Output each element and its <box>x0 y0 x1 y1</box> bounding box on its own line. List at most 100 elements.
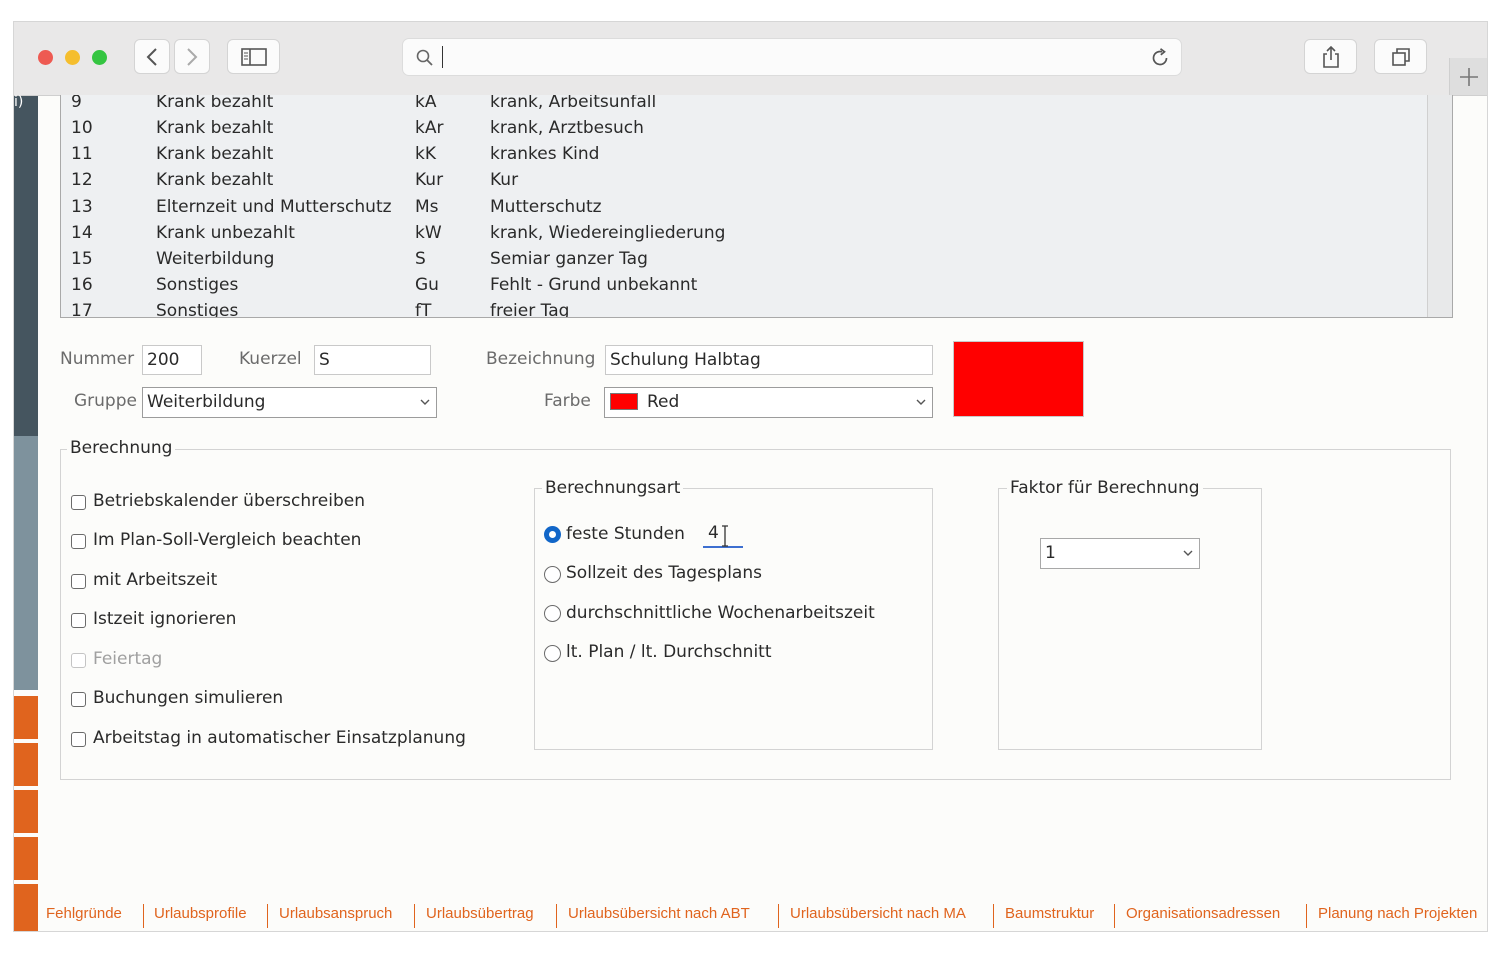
nav-link-organisationsadressen[interactable]: Organisationsadressen <box>1126 905 1280 922</box>
table-scrollbar[interactable] <box>1427 95 1452 317</box>
nummer-field[interactable]: 200 <box>142 345 202 375</box>
back-button[interactable] <box>134 39 170 74</box>
tabs-icon <box>1391 47 1410 66</box>
table-row[interactable]: 17 Sonstiges fT freier Tag <box>61 298 1427 318</box>
gruppe-label: Gruppe <box>74 391 137 411</box>
table-row[interactable]: 10 Krank bezahlt kAr krank, Arztbesuch <box>61 115 1427 141</box>
radio-plan-durchschnitt[interactable] <box>544 645 561 662</box>
cell-gruppe: Krank unbezahlt <box>156 223 295 243</box>
reload-icon[interactable] <box>1149 47 1171 69</box>
minimize-window-button[interactable] <box>65 50 80 65</box>
checkbox-label: mit Arbeitszeit <box>93 570 218 590</box>
forward-button[interactable] <box>174 39 210 74</box>
nav-link-urlaubsprofile[interactable]: Urlaubsprofile <box>154 905 247 922</box>
radio-wochenarbeitszeit[interactable] <box>544 605 561 622</box>
cell-kuerzel: Gu <box>415 275 439 295</box>
cell-nr: 15 <box>71 249 93 269</box>
address-bar[interactable] <box>402 38 1182 76</box>
farbe-swatch <box>610 393 638 410</box>
text-caret <box>442 46 443 68</box>
radio-label: lt. Plan / lt. Durchschnitt <box>566 642 772 662</box>
faktor-title: Faktor für Berechnung <box>1007 478 1203 498</box>
cell-gruppe: Sonstiges <box>156 301 239 318</box>
search-icon <box>416 49 433 66</box>
cell-bezeichnung: krank, Arbeitsunfall <box>490 95 657 112</box>
checkbox-plan-soll[interactable] <box>71 534 86 549</box>
cell-kuerzel: kW <box>415 223 442 243</box>
checkbox-istzeit[interactable] <box>71 613 86 628</box>
zoom-window-button[interactable] <box>92 50 107 65</box>
cell-bezeichnung: Fehlt - Grund unbekannt <box>490 275 698 295</box>
cell-gruppe: Elternzeit und Mutterschutz <box>156 197 392 217</box>
berechnungsart-title: Berechnungsart <box>542 478 684 498</box>
nav-link-uebersicht-abt[interactable]: Urlaubsübersicht nach ABT <box>568 905 750 922</box>
cell-kuerzel: kK <box>415 144 436 164</box>
gruppe-select-value: Weiterbildung <box>147 392 266 412</box>
farbe-select[interactable]: Red <box>604 387 933 418</box>
radio-label: durchschnittliche Wochenarbeitszeit <box>566 603 875 623</box>
browser-window: i) 9 Krank bezahlt kA krank, Arbeitsunfa… <box>14 22 1487 931</box>
faktor-select-value: 1 <box>1045 543 1056 563</box>
kuerzel-label: Kuerzel <box>239 349 302 369</box>
table-row[interactable]: 15 Weiterbildung S Semiar ganzer Tag <box>61 246 1427 272</box>
stunden-input[interactable]: 4 <box>703 521 743 548</box>
kuerzel-field[interactable]: S <box>314 345 431 375</box>
table-row[interactable]: 16 Sonstiges Gu Fehlt - Grund unbekannt <box>61 272 1427 298</box>
nav-separator <box>993 904 994 928</box>
table-row[interactable]: 11 Krank bezahlt kK krankes Kind <box>61 141 1427 167</box>
left-strip-tab-2[interactable] <box>14 743 38 786</box>
cell-kuerzel: fT <box>415 301 432 318</box>
new-tab-button[interactable] <box>1449 58 1487 95</box>
nummer-label: Nummer <box>60 349 135 369</box>
plus-icon <box>1460 67 1478 86</box>
radio-sollzeit[interactable] <box>544 566 561 583</box>
nav-separator <box>143 904 144 928</box>
radio-feste-stunden[interactable] <box>544 526 561 543</box>
nav-link-fehlgruende[interactable]: Fehlgründe <box>46 905 122 922</box>
checkbox-buchungen[interactable] <box>71 692 86 707</box>
left-strip-label: i) <box>14 94 24 110</box>
cell-gruppe: Krank bezahlt <box>156 144 274 164</box>
chevron-down-icon <box>420 399 430 405</box>
checkbox-label: Feiertag <box>93 649 163 669</box>
checkbox-einsatzplanung[interactable] <box>71 732 86 747</box>
share-icon <box>1322 45 1339 68</box>
faktor-select[interactable]: 1 <box>1040 538 1200 569</box>
nav-separator <box>1114 904 1115 928</box>
bezeichnung-field[interactable]: Schulung Halbtag <box>605 345 933 375</box>
nav-separator <box>1306 904 1307 928</box>
nav-link-urlaubsuebertrag[interactable]: Urlaubsübertrag <box>426 905 534 922</box>
checkbox-label: Istzeit ignorieren <box>93 609 237 629</box>
cell-kuerzel: kAr <box>415 118 444 138</box>
table-row[interactable]: 9 Krank bezahlt kA krank, Arbeitsunfall <box>61 95 1427 115</box>
nav-link-urlaubsanspruch[interactable]: Urlaubsanspruch <box>279 905 392 922</box>
share-button[interactable] <box>1304 39 1357 74</box>
nav-separator <box>778 904 779 928</box>
left-strip-tab-3[interactable] <box>14 790 38 833</box>
sidebar-button[interactable] <box>227 39 280 74</box>
text-cursor-icon <box>722 525 728 547</box>
cell-nr: 12 <box>71 170 93 190</box>
nav-link-uebersicht-ma[interactable]: Urlaubsübersicht nach MA <box>790 905 966 922</box>
table-row[interactable]: 13 Elternzeit und Mutterschutz Ms Mutter… <box>61 194 1427 220</box>
cell-gruppe: Weiterbildung <box>156 249 275 269</box>
checkbox-arbeitszeit[interactable] <box>71 574 86 589</box>
left-strip-tab-1[interactable] <box>14 696 38 739</box>
sidebar-icon <box>240 47 267 66</box>
farbe-label: Farbe <box>544 391 591 411</box>
farbe-select-value: Red <box>647 392 680 412</box>
cell-gruppe: Krank bezahlt <box>156 170 274 190</box>
cell-bezeichnung: krankes Kind <box>490 144 600 164</box>
table-row[interactable]: 14 Krank unbezahlt kW krank, Wiedereingl… <box>61 220 1427 246</box>
left-strip-tab-4[interactable] <box>14 837 38 880</box>
table-row[interactable]: 12 Krank bezahlt Kur Kur <box>61 167 1427 193</box>
cell-gruppe: Krank bezahlt <box>156 118 274 138</box>
gruppe-select[interactable]: Weiterbildung <box>142 387 437 418</box>
nav-link-baumstruktur[interactable]: Baumstruktur <box>1005 905 1094 922</box>
nav-separator <box>556 904 557 928</box>
show-tabs-button[interactable] <box>1374 39 1427 74</box>
checkbox-betriebskalender[interactable] <box>71 495 86 510</box>
checkbox-feiertag[interactable] <box>71 653 86 668</box>
nav-link-planung-projekten[interactable]: Planung nach Projekten <box>1318 905 1477 922</box>
close-window-button[interactable] <box>38 50 53 65</box>
